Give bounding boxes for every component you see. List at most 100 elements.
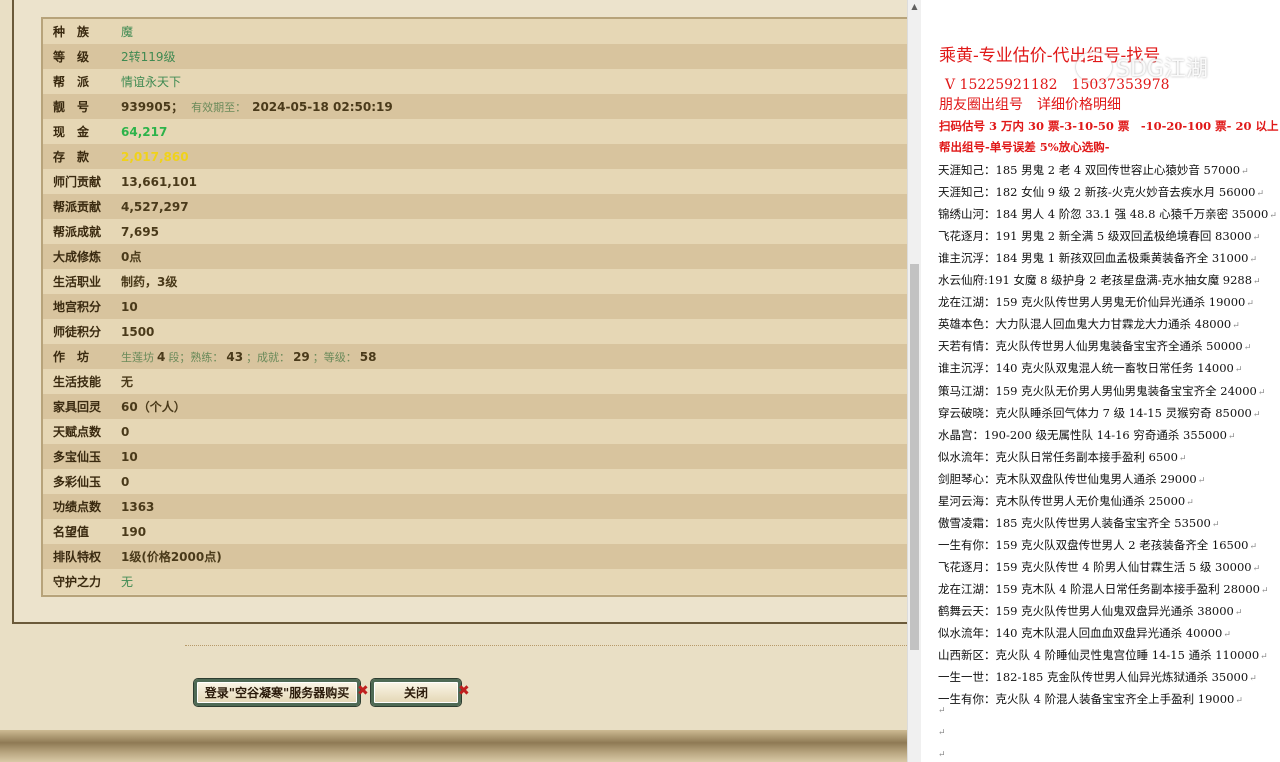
info-row: 守护之力 无	[43, 569, 907, 594]
listing-text: 策马江湖：159 克火队无价男人男仙男鬼装备宝宝齐全 24000	[938, 383, 1257, 398]
info-row-value-text: 2,017,860	[121, 149, 189, 164]
info-row-value: 10	[121, 300, 138, 314]
listing-text: 天涯知己：182 女仙 9 级 2 新孩-火克火妙音去疾水月 56000	[938, 185, 1256, 200]
scroll-thumb[interactable]	[910, 264, 919, 650]
info-row-value-text: 制药，3级	[121, 275, 178, 289]
close-button-label: 关闭	[403, 686, 428, 700]
listing-text: 谁主沉浮：140 克火队双鬼混人统一畜牧日常任务 14000	[938, 361, 1234, 376]
listing-item: 天涯知己：185 男鬼 2 老 4 双回传世容止心猿妙音 57000↵	[938, 162, 1249, 178]
info-row: 地宫积分 10	[43, 294, 907, 319]
workshop-level: 4	[157, 349, 166, 364]
doc-phone: V 15225921182 15037353978	[945, 77, 1170, 93]
listing-item: 似水流年：140 克木队混人回血血双盘异光通杀 40000↵	[938, 625, 1231, 641]
info-row-label: 大成修炼	[53, 250, 102, 264]
info-row-label: 生活技能	[53, 375, 102, 389]
workshop-skill: 43	[226, 349, 244, 364]
info-row-label: 等 级	[53, 50, 90, 64]
listing-text: 穿云破晓：克火队睡杀回气体力 7 级 14-15 灵猴穷奇 85000	[938, 405, 1252, 420]
info-row-value-text: 0点	[121, 250, 142, 264]
listing-item: 天涯知己：182 女仙 9 级 2 新孩-火克火妙音去疾水月 56000↵	[938, 184, 1264, 200]
listing-item: 龙在江湖：159 克火队传世男人男鬼无价仙异光通杀 19000↵	[938, 294, 1254, 310]
return-mark-icon: ↵	[1227, 431, 1236, 442]
return-mark-icon: ↵	[1252, 563, 1261, 574]
info-row-label: 地宫积分	[53, 300, 102, 314]
info-row: 帮派成就 7,695	[43, 219, 907, 244]
return-mark-icon: ↵	[1178, 453, 1187, 464]
return-mark-icon: ↵	[1235, 696, 1243, 707]
listing-text: 鹤舞云天：159 克火队传世男人仙鬼双盘异光通杀 38000	[938, 604, 1234, 618]
listing-text: 龙在江湖：159 克火队传世男人男鬼无价仙异光通杀 19000	[938, 295, 1246, 310]
info-row-value-text: 2转119级	[121, 50, 176, 64]
listing-item: 似水流年：克火队日常任务副本接手盈利 6500↵	[938, 449, 1186, 465]
listing-text: 飞花逐月：159 克火队传世 4 阶男人仙甘霖生活 5 级 30000	[938, 559, 1252, 574]
return-mark-icon: ↵	[1249, 541, 1258, 552]
listing-text: 星河云海：克木队传世男人无价鬼仙通杀 25000	[938, 493, 1186, 508]
info-row-value: 60（个人）	[121, 398, 186, 415]
vertical-scrollbar[interactable]: ▲	[907, 0, 921, 762]
info-row-value: 7,695	[121, 225, 159, 239]
character-info-table: 种 族 魔等 级 2转119级帮 派 情谊永天下靓 号 939905； 有效期至： 2024…	[41, 17, 907, 597]
info-row-value-text: 情谊永天下	[121, 75, 182, 89]
listing-item: 一生一世：182-185 克金队传世男人仙异光炼狱通杀 35000↵	[938, 669, 1257, 685]
info-row-label: 生活职业	[53, 275, 102, 289]
info-row-value: 0	[121, 425, 129, 439]
expiry-value: 2024-05-18 02:50:19	[252, 100, 393, 114]
info-row: 作 坊 生莲坊 4 段；熟练： 43 ；成就： 29 ；等级： 58	[43, 344, 907, 369]
listing-text: 一生有你：159 克火队双盘传世男人 2 老孩装备齐全 16500	[938, 537, 1249, 552]
empty-paragraph-mark-icon: ↵	[938, 728, 946, 738]
info-row-value: 4,527,297	[121, 200, 189, 214]
return-mark-icon: ↵	[1249, 255, 1258, 266]
return-mark-icon: ↵	[1253, 277, 1261, 288]
info-row-label: 师门贡献	[53, 175, 102, 189]
info-row-value: 魔	[121, 23, 133, 40]
workshop-ach-label: ；成就：	[246, 350, 291, 364]
listing-text: 似水流年：140 克木队混人回血血双盘异光通杀 40000	[938, 626, 1223, 641]
listing-item: 傲雪凌霜：185 克火队传世男人装备宝宝齐全 53500↵	[938, 515, 1219, 531]
info-row-value: 无	[121, 573, 133, 590]
info-row-value: 1级(价格2000点)	[121, 548, 222, 565]
info-row: 家具回灵 60（个人）	[43, 394, 907, 419]
info-row-label: 多宝仙玉	[53, 450, 102, 464]
workshop-grade-label: ；等级：	[312, 350, 357, 364]
info-row: 功绩点数 1363	[43, 494, 907, 519]
document-panel: 乘黄-专业估价-代出组号-找号 SDG江湖 V 15225921182 1503…	[921, 0, 1280, 762]
listing-item: 水云仙府:191 女魔 8 级护身 2 老孩星盘满-克水抽女魔 9288↵	[938, 272, 1261, 288]
listing-text: 水晶宫：190-200 级无属性队 14-16 穷奇通杀 355000	[938, 427, 1227, 442]
info-row: 存 款 2,017,860	[43, 144, 907, 169]
return-mark-icon: ↵	[1256, 189, 1265, 200]
info-row-label: 帮派贡献	[53, 200, 102, 214]
info-row-value-text: 4,527,297	[121, 199, 189, 214]
listing-item: 飞花逐月：159 克火队传世 4 阶男人仙甘霖生活 5 级 30000↵	[938, 559, 1260, 575]
info-row-value: 0	[121, 475, 129, 489]
info-row-label: 守护之力	[53, 575, 102, 589]
listing-item: 谁主沉浮：184 男鬼 1 新孩双回血孟极乘黄装备齐全 31000↵	[938, 250, 1257, 266]
info-row: 帮派贡献 4,527,297	[43, 194, 907, 219]
return-mark-icon: ↵	[1260, 585, 1269, 596]
info-row-label: 现 金	[53, 125, 90, 139]
workshop-skill-label: 熟练：	[190, 350, 224, 364]
dotted-divider	[185, 645, 907, 646]
scroll-up-arrow-icon[interactable]: ▲	[908, 0, 921, 14]
info-row-value: 13,661,101	[121, 175, 197, 189]
info-row-label: 排队特权	[53, 550, 102, 564]
info-row-label: 帮派成就	[53, 225, 102, 239]
listing-text: 飞花逐月：191 男鬼 2 新全满 5 级双回孟极绝境春回 83000	[938, 229, 1252, 244]
info-row-label: 作 坊	[53, 350, 90, 364]
login-server-buy-button[interactable]: 登录"空谷凝寒"服务器购买	[194, 679, 360, 706]
return-mark-icon: ↵	[1252, 233, 1261, 244]
info-row-value-text: 7,695	[121, 224, 159, 239]
info-row-value: 64,217	[121, 125, 167, 139]
info-row: 多彩仙玉 0	[43, 469, 907, 494]
listing-text: 锦绣山河：184 男人 4 阶忽 33.1 强 48.8 心猿千万亲密 3500…	[938, 207, 1269, 222]
info-row-value-text: 1500	[121, 324, 155, 339]
close-button[interactable]: 关闭	[371, 679, 461, 706]
info-row-label: 种 族	[53, 25, 90, 39]
workshop-prefix: 生莲坊	[121, 350, 154, 364]
listing-item: 鹤舞云天：159 克火队传世男人仙鬼双盘异光通杀 38000↵	[938, 603, 1242, 619]
info-row: 排队特权 1级(价格2000点)	[43, 544, 907, 569]
listing-item: 山西新区：克火队 4 阶睡仙灵性鬼宫位睡 14-15 通杀 110000↵	[938, 647, 1268, 663]
info-row-value: 制药，3级	[121, 273, 177, 290]
info-row-value-text: 0	[121, 424, 130, 439]
return-mark-icon: ↵	[1241, 167, 1249, 177]
return-mark-icon: ↵	[1257, 387, 1266, 398]
